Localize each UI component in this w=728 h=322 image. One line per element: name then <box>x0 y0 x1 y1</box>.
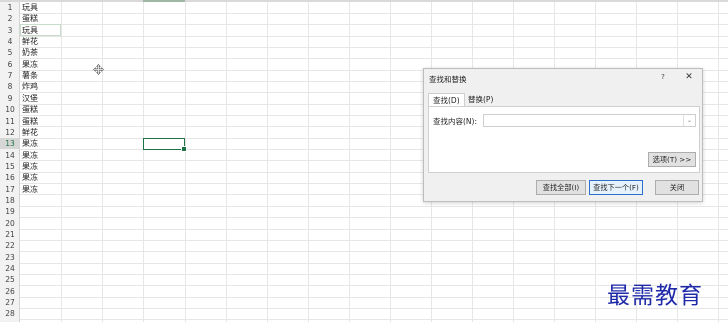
row-header[interactable]: 25 <box>0 274 20 285</box>
cell-value[interactable]: 蛋糕 <box>22 13 38 24</box>
move-cursor-icon <box>93 64 104 75</box>
column-gridline <box>102 2 103 322</box>
row-header[interactable]: 17 <box>0 184 20 195</box>
options-button[interactable]: 选项(T) >> <box>648 152 696 167</box>
cell-value[interactable]: 鲜花 <box>22 36 38 47</box>
row-gridline <box>20 319 728 321</box>
row-header[interactable]: 23 <box>0 252 20 263</box>
dialog-title: 查找和替换 <box>429 75 467 84</box>
chevron-down-icon[interactable]: ⌄ <box>683 115 695 126</box>
row-header[interactable]: 7 <box>0 70 20 81</box>
column-header-strip <box>0 0 728 2</box>
help-icon[interactable]: ? <box>656 71 670 83</box>
row-header[interactable]: 2 <box>0 13 20 24</box>
row-gridline <box>20 35 728 37</box>
cell-value[interactable]: 奶茶 <box>22 47 38 58</box>
row-header[interactable]: 8 <box>0 81 20 92</box>
row-header[interactable]: 26 <box>0 286 20 297</box>
row-header[interactable]: 10 <box>0 104 20 115</box>
cell-value[interactable]: 果冻 <box>22 161 38 172</box>
cell-a3-outline <box>20 24 61 36</box>
row-header[interactable]: 20 <box>0 218 20 229</box>
row-header[interactable]: 13 <box>0 138 20 150</box>
close-icon[interactable]: ✕ <box>682 71 696 83</box>
row-gridline <box>20 228 728 230</box>
find-next-button[interactable]: 查找下一个(F) <box>589 180 643 195</box>
row-header[interactable]: 9 <box>0 93 20 104</box>
row-header[interactable]: 3 <box>0 25 20 36</box>
row-gridline <box>20 58 728 60</box>
column-gridline <box>308 2 309 322</box>
column-gridline <box>143 2 144 322</box>
cell-value[interactable]: 果冻 <box>22 150 38 161</box>
close-button[interactable]: 关闭 <box>655 180 699 195</box>
row-gridline <box>20 12 728 14</box>
cell-value[interactable]: 薯条 <box>22 70 38 81</box>
watermark-logo: 最需教育 <box>607 283 703 309</box>
tab-find[interactable]: 查找(D) <box>428 93 465 107</box>
row-header[interactable]: 11 <box>0 116 20 127</box>
row-header[interactable]: 6 <box>0 59 20 70</box>
row-gridline <box>20 251 728 253</box>
row-gridline <box>20 24 728 26</box>
row-gridline <box>20 273 728 275</box>
row-gridline <box>20 205 728 207</box>
find-panel: 查找内容(N): ⌄ 选项(T) >> <box>428 106 700 173</box>
tab-replace[interactable]: 替换(P) <box>464 93 497 106</box>
row-gridline <box>20 239 728 241</box>
cell-value[interactable]: 炸鸡 <box>22 81 38 92</box>
cell-value[interactable]: 鲜花 <box>22 127 38 138</box>
row-header[interactable]: 19 <box>0 206 20 217</box>
row-gridline <box>20 46 728 48</box>
row-header[interactable]: 4 <box>0 36 20 47</box>
row-header[interactable]: 27 <box>0 297 20 308</box>
find-what-input[interactable] <box>484 115 682 126</box>
cell-value[interactable]: 果冻 <box>22 138 38 149</box>
cell-value[interactable]: 蛋糕 <box>22 104 38 115</box>
row-header[interactable]: 15 <box>0 161 20 172</box>
active-cell[interactable] <box>143 138 187 152</box>
column-gridline <box>226 2 227 322</box>
row-gridline <box>20 262 728 264</box>
cell-value[interactable]: 玩具 <box>22 2 38 13</box>
row-header[interactable]: 21 <box>0 229 20 240</box>
find-replace-dialog: 查找和替换 ? ✕ 查找(D) 替换(P) 查找内容(N): ⌄ 选项(T) >… <box>423 68 703 202</box>
row-header[interactable]: 24 <box>0 263 20 274</box>
row-header[interactable]: 5 <box>0 47 20 58</box>
cell-value[interactable]: 汉堡 <box>22 93 38 104</box>
cell-value[interactable]: 蛋糕 <box>22 116 38 127</box>
row-gridline <box>20 217 728 219</box>
row-header[interactable]: 14 <box>0 150 20 161</box>
column-gridline <box>267 2 268 322</box>
row-header[interactable]: 22 <box>0 240 20 251</box>
column-gridline <box>61 2 62 322</box>
selected-column-indicator <box>143 0 185 2</box>
row-header[interactable]: 1 <box>0 2 20 13</box>
row-header[interactable]: 28 <box>0 308 20 319</box>
cell-value[interactable]: 果冻 <box>22 59 38 70</box>
find-what-combobox[interactable]: ⌄ <box>483 114 696 127</box>
row-header[interactable]: 12 <box>0 127 20 138</box>
row-header[interactable]: 16 <box>0 172 20 183</box>
column-gridline <box>390 2 391 322</box>
cell-value[interactable]: 果冻 <box>22 184 38 195</box>
column-gridline <box>185 2 186 322</box>
column-gridline <box>349 2 350 322</box>
find-what-label: 查找内容(N): <box>433 117 477 126</box>
column-gridline <box>718 2 719 322</box>
row-header[interactable]: 18 <box>0 195 20 206</box>
find-all-button[interactable]: 查找全部(I) <box>536 180 586 195</box>
cell-value[interactable]: 果冻 <box>22 172 38 183</box>
